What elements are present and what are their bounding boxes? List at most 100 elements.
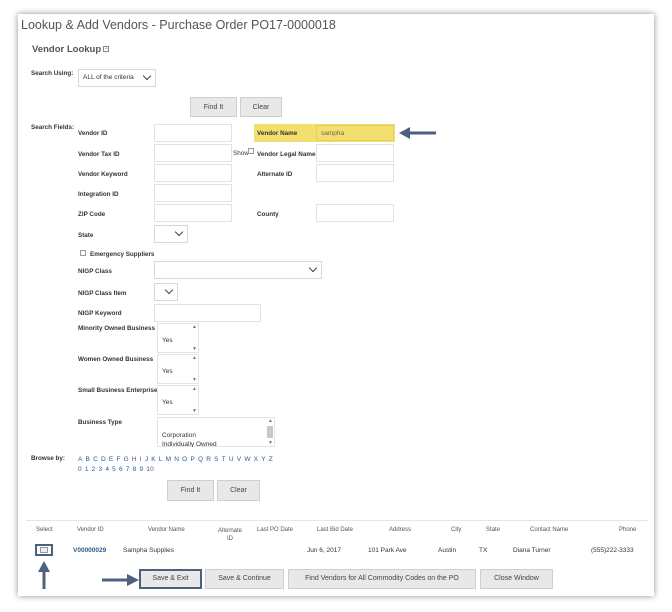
browse-letters: ABCDEFGHIJKLMNOPQRSTUVWXYZ xyxy=(78,456,276,463)
minority-owned-list[interactable]: ▲ Yes ▼ xyxy=(157,323,199,353)
nigp-keyword-field[interactable] xyxy=(154,304,261,322)
minority-owned-option[interactable]: Yes xyxy=(162,337,173,344)
alternate-id-field[interactable] xyxy=(316,164,394,182)
nigp-class-select[interactable] xyxy=(154,261,322,279)
browse-digit-4[interactable]: 4 xyxy=(105,466,109,473)
browse-letter-p[interactable]: P xyxy=(190,456,195,463)
save-exit-button[interactable]: Save & Exit xyxy=(139,569,202,589)
scroll-down-icon[interactable]: ▼ xyxy=(268,440,273,446)
browse-digit-9[interactable]: 9 xyxy=(139,466,143,473)
integration-id-field[interactable] xyxy=(154,184,232,202)
nigp-class-label: NIGP Class xyxy=(78,268,112,275)
browse-letter-g[interactable]: G xyxy=(124,456,129,463)
select-icon xyxy=(40,547,48,553)
vendor-tax-id-field[interactable] xyxy=(154,144,232,162)
small-business-list[interactable]: ▲ Yes ▼ xyxy=(157,385,199,415)
browse-digit-5[interactable]: 5 xyxy=(112,466,116,473)
select-row-button[interactable] xyxy=(35,544,53,556)
scroll-down-icon[interactable]: ▼ xyxy=(192,346,197,352)
show-label: Show xyxy=(233,150,249,157)
vendor-name-value: sampha xyxy=(321,130,345,137)
vendor-name-field[interactable]: sampha xyxy=(316,125,394,141)
business-type-option[interactable]: Corporation xyxy=(162,432,196,439)
browse-letter-z[interactable]: Z xyxy=(269,456,273,463)
women-owned-label: Women Owned Business xyxy=(78,356,154,363)
browse-letter-l[interactable]: L xyxy=(159,456,163,463)
browse-letter-r[interactable]: R xyxy=(206,456,211,463)
small-business-option[interactable]: Yes xyxy=(162,399,173,406)
browse-letter-q[interactable]: Q xyxy=(198,456,203,463)
women-owned-list[interactable]: ▲ Yes ▼ xyxy=(157,354,199,384)
browse-letter-b[interactable]: B xyxy=(86,456,91,463)
col-header-vendor-id: Vendor ID xyxy=(77,527,104,533)
vendor-name-label: Vendor Name xyxy=(257,130,298,137)
find-it-button-top[interactable]: Find It xyxy=(190,97,237,117)
find-all-commodity-button[interactable]: Find Vendors for All Commodity Codes on … xyxy=(288,569,476,589)
browse-digit-7[interactable]: 7 xyxy=(126,466,130,473)
clear-button-bottom[interactable]: Clear xyxy=(217,480,260,501)
browse-digit-8[interactable]: 8 xyxy=(133,466,137,473)
browse-digit-10[interactable]: 10 xyxy=(146,466,154,473)
browse-letter-j[interactable]: J xyxy=(145,456,148,463)
women-owned-option[interactable]: Yes xyxy=(162,368,173,375)
browse-letter-a[interactable]: A xyxy=(78,456,83,463)
vendor-keyword-field[interactable] xyxy=(154,164,232,182)
browse-letter-x[interactable]: X xyxy=(254,456,259,463)
nigp-class-item-label: NIGP Class Item xyxy=(78,290,127,297)
state-select[interactable] xyxy=(154,225,188,243)
county-field[interactable] xyxy=(316,204,394,222)
browse-letter-s[interactable]: S xyxy=(214,456,219,463)
zip-code-field[interactable] xyxy=(154,204,232,222)
vendor-id-link[interactable]: V00000029 xyxy=(73,547,106,554)
collapse-icon[interactable]: − xyxy=(103,46,110,53)
scrollbar-thumb[interactable] xyxy=(267,426,273,438)
clear-button-top[interactable]: Clear xyxy=(240,97,282,117)
show-tax-id-checkbox[interactable] xyxy=(248,148,254,154)
scroll-up-icon[interactable]: ▲ xyxy=(268,418,273,424)
browse-letter-h[interactable]: H xyxy=(132,456,137,463)
vendor-tax-id-label: Vendor Tax ID xyxy=(78,151,120,158)
search-using-select[interactable]: ALL of the criteria xyxy=(78,69,156,87)
browse-digit-0[interactable]: 0 xyxy=(78,466,82,473)
save-continue-button[interactable]: Save & Continue xyxy=(205,569,284,589)
col-header-vendor-name: Vendor Name xyxy=(148,527,185,533)
scroll-down-icon[interactable]: ▼ xyxy=(192,408,197,414)
browse-letter-d[interactable]: D xyxy=(101,456,106,463)
emergency-suppliers-checkbox[interactable] xyxy=(80,250,86,256)
browse-letter-m[interactable]: M xyxy=(166,456,172,463)
browse-letter-i[interactable]: I xyxy=(140,456,142,463)
scroll-up-icon[interactable]: ▲ xyxy=(192,386,197,392)
browse-letter-o[interactable]: O xyxy=(182,456,187,463)
search-using-label: Search Using: xyxy=(31,70,74,77)
integration-id-label: Integration ID xyxy=(78,191,119,198)
scroll-up-icon[interactable]: ▲ xyxy=(192,324,197,330)
browse-letter-f[interactable]: F xyxy=(116,456,120,463)
close-window-button[interactable]: Close Window xyxy=(480,569,553,589)
vendor-legal-name-label: Vendor Legal Name xyxy=(257,151,316,158)
vendor-legal-name-field[interactable] xyxy=(316,144,394,162)
browse-digit-2[interactable]: 2 xyxy=(92,466,96,473)
browse-letter-n[interactable]: N xyxy=(174,456,179,463)
browse-digit-3[interactable]: 3 xyxy=(98,466,102,473)
emergency-suppliers-label: Emergency Suppliers xyxy=(90,251,155,258)
browse-letter-y[interactable]: Y xyxy=(261,456,266,463)
find-it-button-bottom[interactable]: Find It xyxy=(167,480,214,501)
browse-digit-6[interactable]: 6 xyxy=(119,466,123,473)
browse-digit-1[interactable]: 1 xyxy=(85,466,89,473)
browse-letter-w[interactable]: W xyxy=(244,456,250,463)
browse-letter-v[interactable]: V xyxy=(237,456,242,463)
browse-letter-t[interactable]: T xyxy=(222,456,226,463)
col-header-address: Address xyxy=(389,527,412,533)
browse-letter-u[interactable]: U xyxy=(229,456,234,463)
vendor-id-field[interactable] xyxy=(154,124,232,142)
state-cell: TX xyxy=(479,547,488,554)
scroll-down-icon[interactable]: ▼ xyxy=(192,377,197,383)
business-type-list[interactable]: Corporation Individually Owned ▲ ▼ xyxy=(157,417,275,447)
scroll-up-icon[interactable]: ▲ xyxy=(192,355,197,361)
browse-letter-e[interactable]: E xyxy=(109,456,114,463)
browse-letter-c[interactable]: C xyxy=(93,456,98,463)
business-type-option[interactable]: Individually Owned xyxy=(162,441,217,447)
search-using-value: ALL of the criteria xyxy=(83,74,134,81)
nigp-class-item-select[interactable] xyxy=(154,283,178,301)
browse-letter-k[interactable]: K xyxy=(151,456,156,463)
